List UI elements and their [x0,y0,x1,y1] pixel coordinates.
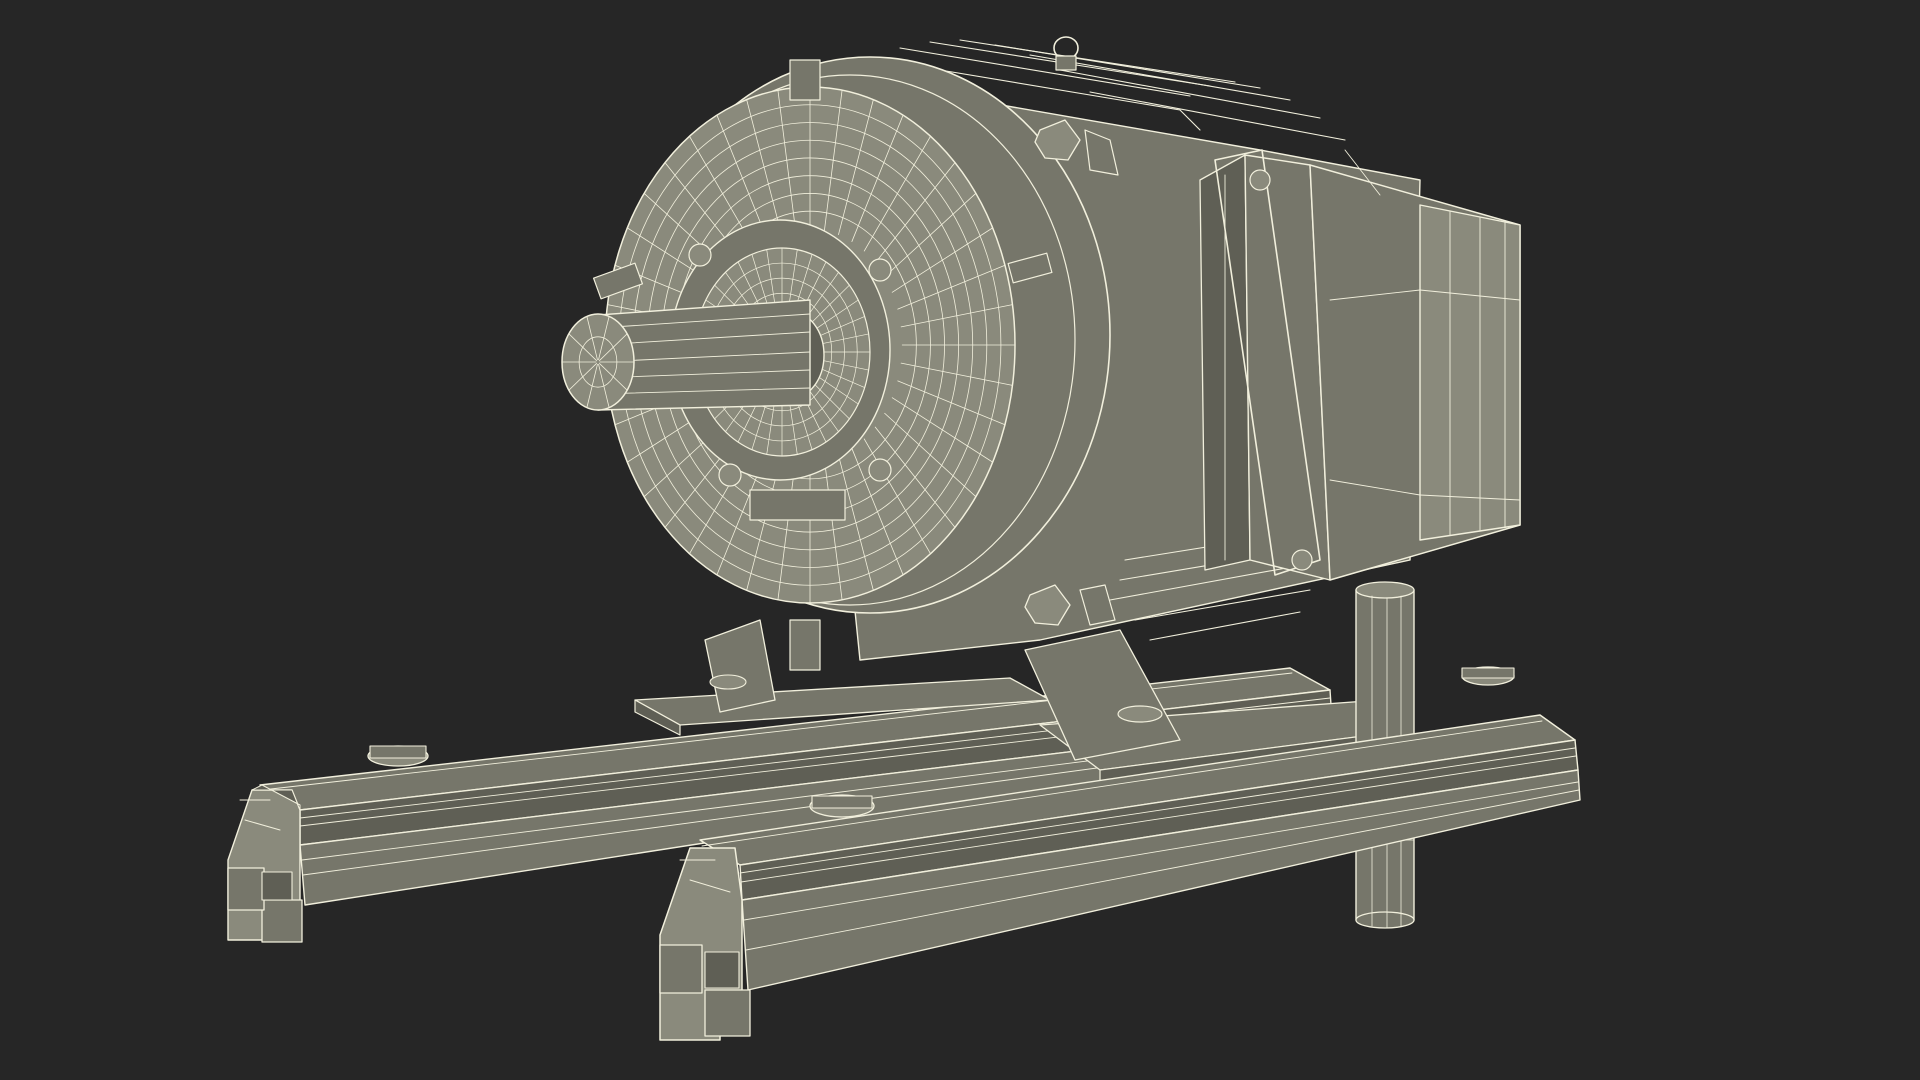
front-rail-end-profile [659,847,751,1041]
rear-rail-end-profile [227,784,303,943]
lifting-eye [1053,36,1079,71]
front-rail-bolt [809,794,875,818]
bolt-head [868,458,892,482]
bolt-head [718,463,742,487]
motor-shaft [561,299,811,411]
bolt-head [688,243,712,267]
render-viewport [0,0,1920,1080]
bolt-head [868,258,892,282]
wireframe-scene [227,36,1581,1041]
